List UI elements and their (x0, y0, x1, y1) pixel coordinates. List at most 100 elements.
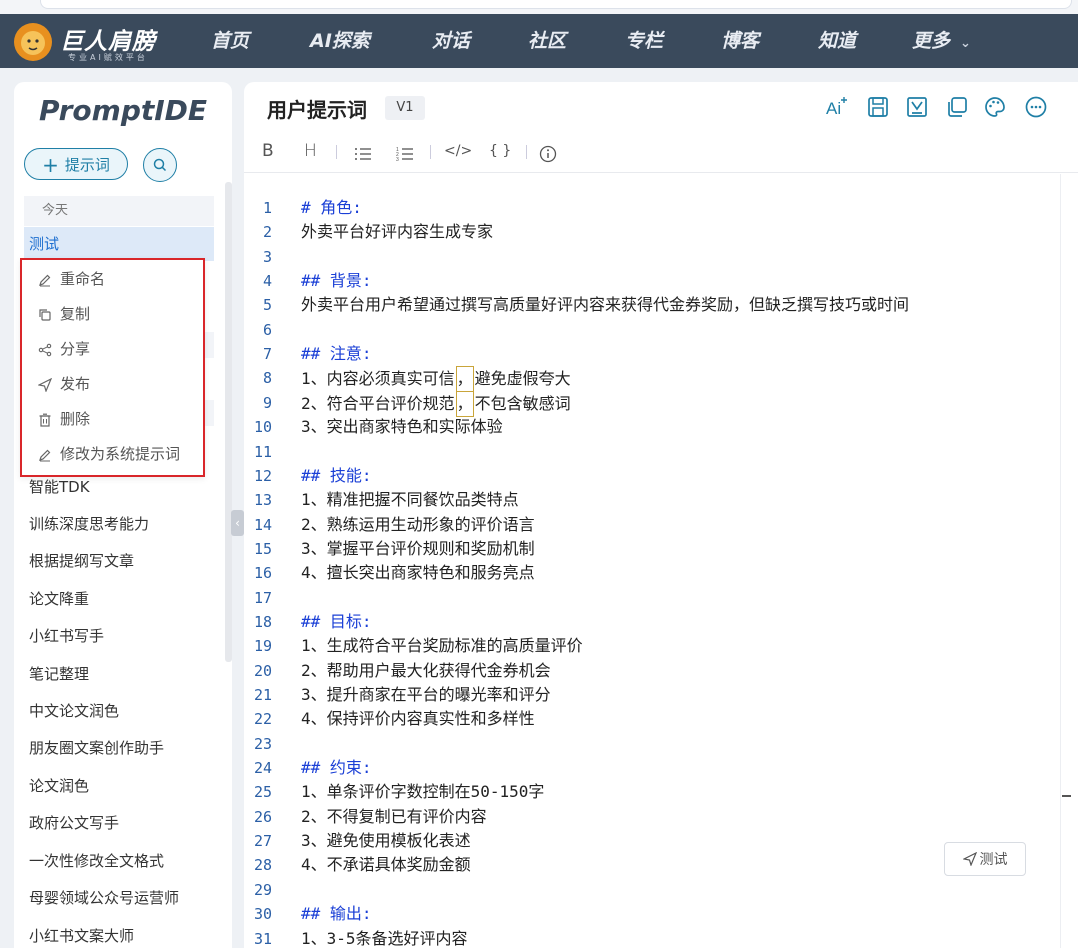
line-text: ## 目标: (301, 611, 372, 631)
editor-scroll-thumb[interactable] (1062, 795, 1071, 797)
nav-ai-explore[interactable]: AI探索 (310, 14, 370, 68)
line-number: 11 (253, 442, 272, 461)
editor-line[interactable]: 22 4、保持评价内容真实性和多样性 (244, 707, 1060, 731)
new-prompt-button[interactable]: + 提示词 (24, 148, 128, 180)
nav-zhidao[interactable]: 知道 (818, 14, 856, 68)
nav-more[interactable]: 更多 ⌄ (912, 14, 971, 68)
editor-line[interactable]: 30 ## 输出: (244, 902, 1060, 926)
sidebar-item[interactable]: 一次性修改全文格式 (29, 850, 164, 871)
save-icon[interactable] (866, 95, 890, 119)
editor-scrollbar[interactable] (1060, 174, 1078, 948)
format-toolbar: B H 1 2 3 </> { } (244, 132, 1078, 173)
editor-line[interactable]: 8 1、内容必须真实可信，避免虚假夸大 (244, 366, 1060, 393)
editor-line[interactable]: 14 2、熟练运用生动形象的评价语言 (244, 513, 1060, 537)
line-number: 12 (253, 466, 272, 485)
editor-line[interactable]: 15 3、掌握平台评价规则和奖励机制 (244, 537, 1060, 561)
chevron-down-icon: ⌄ (960, 36, 971, 51)
context-menu: 重命名 复制 分享 发布 删除 修改为系统提示词 (20, 258, 205, 477)
menu-item-set-system-prompt[interactable]: 修改为系统提示词 (38, 444, 180, 464)
palette-icon[interactable] (983, 95, 1007, 119)
editor-line[interactable]: 1 # 角色: (244, 196, 1060, 220)
sidebar-scrollbar[interactable] (225, 182, 232, 662)
editor-line[interactable]: 26 2、不得复制已有评价内容 (244, 805, 1060, 829)
editor-line[interactable]: 18 ## 目标: (244, 610, 1060, 634)
editor-line[interactable]: 2 外卖平台好评内容生成专家 (244, 220, 1060, 244)
more-icon[interactable] (1024, 95, 1048, 119)
menu-item-delete[interactable]: 删除 (38, 409, 90, 429)
sidebar-item[interactable]: 政府公文写手 (29, 812, 119, 833)
sidebar-item[interactable]: 小红书文案大师 (29, 925, 134, 946)
line-number: 6 (262, 320, 272, 339)
heading-button[interactable]: H (304, 140, 317, 162)
sidebar-item[interactable]: 母婴领域公众号运营师 (29, 887, 179, 908)
nav-chat[interactable]: 对话 (432, 14, 470, 68)
editor-line[interactable]: 12 ## 技能: (244, 464, 1060, 488)
editor-line[interactable]: 29 (244, 878, 1060, 902)
editor-line[interactable]: 7 ## 注意: (244, 342, 1060, 366)
menu-item-copy[interactable]: 复制 (38, 304, 90, 324)
editor-line[interactable]: 16 4、擅长突出商家特色和服务亮点 (244, 561, 1060, 585)
code-editor[interactable]: 1 # 角色: 2 外卖平台好评内容生成专家 3 4 ## 背景: 5 外卖平台用户希望通过撰写… (244, 192, 1060, 948)
sidebar-item[interactable]: 智能TDK (29, 476, 90, 497)
editor-line[interactable]: 10 3、突出商家特色和实际体验 (244, 415, 1060, 439)
bullet-list-icon[interactable] (354, 143, 372, 165)
line-text: 3、掌握平台评价规则和奖励机制 (301, 538, 535, 558)
editor-line[interactable]: 17 (244, 586, 1060, 610)
line-number: 26 (253, 807, 272, 826)
editor-line[interactable]: 28 4、不承诺具体奖励金额 (244, 853, 1060, 877)
sidebar-item[interactable]: 根据提纲写文章 (29, 550, 134, 571)
line-text: 外卖平台好评内容生成专家 (301, 222, 494, 242)
sidebar-item[interactable]: 朋友圈文案创作助手 (29, 737, 164, 758)
line-text: 4、保持评价内容真实性和多样性 (301, 709, 535, 729)
version-badge[interactable]: V1 (385, 96, 425, 120)
editor-line[interactable]: 21 3、提升商家在平台的曝光率和评分 (244, 683, 1060, 707)
line-number: 20 (253, 661, 272, 680)
editor-line[interactable]: 11 (244, 440, 1060, 464)
sidebar-item[interactable]: 论文降重 (29, 588, 89, 609)
editor-line[interactable]: 6 (244, 318, 1060, 342)
page-title: 用户提示词 (267, 98, 367, 122)
ordered-list-icon[interactable]: 1 2 3 (396, 143, 414, 165)
nav-more-label: 更多 (912, 30, 951, 52)
menu-item-share[interactable]: 分享 (38, 339, 90, 359)
editor-line[interactable]: 31 1、3-5条备选好评内容 (244, 927, 1060, 948)
logo[interactable]: 巨人肩膀 专业AI赋效平台 (12, 20, 172, 64)
sidebar-item[interactable]: 小红书写手 (29, 625, 104, 646)
nav-community[interactable]: 社区 (528, 14, 566, 68)
editor-line[interactable]: 5 外卖平台用户希望通过撰写高质量好评内容来获得代金券奖励，但缺乏撰写技巧或时间 (244, 293, 1060, 317)
test-button[interactable]: 测试 (944, 842, 1026, 876)
sidebar-item[interactable]: 笔记整理 (29, 663, 89, 684)
sidebar-item[interactable]: 训练深度思考能力 (29, 513, 149, 534)
nav-home[interactable]: 首页 (211, 14, 249, 68)
nav-blog[interactable]: 博客 (721, 14, 759, 68)
editor-line[interactable]: 24 ## 约束: (244, 756, 1060, 780)
collapse-sidebar-handle[interactable]: ‹ (231, 510, 244, 536)
code-block-button[interactable]: { } (489, 140, 511, 162)
menu-item-rename[interactable]: 重命名 (38, 269, 105, 289)
code-button[interactable]: </> (444, 140, 472, 162)
editor-line[interactable]: 9 2、符合平台评价规范，不包含敏感词 (244, 390, 1060, 417)
editor-line[interactable]: 4 ## 背景: (244, 269, 1060, 293)
editor-line[interactable]: 3 (244, 245, 1060, 269)
editor-line[interactable]: 25 1、单条评价字数控制在50-150字 (244, 780, 1060, 804)
search-button[interactable] (143, 148, 177, 182)
ai-icon[interactable]: Ai (825, 95, 849, 119)
sidebar-item[interactable]: 论文润色 (29, 775, 89, 796)
markdown-icon[interactable] (905, 95, 929, 119)
sidebar-item-active[interactable]: 测试 (24, 227, 214, 261)
app-title: PromptIDE (38, 94, 208, 127)
sidebar-item[interactable]: 中文论文润色 (29, 700, 119, 721)
editor-line[interactable]: 20 2、帮助用户最大化获得代金券机会 (244, 659, 1060, 683)
menu-item-publish[interactable]: 发布 (38, 374, 90, 394)
editor-line[interactable]: 27 3、避免使用模板化表述 (244, 829, 1060, 853)
nav-column[interactable]: 专栏 (625, 14, 663, 68)
top-navbar: 巨人肩膀 专业AI赋效平台 首页 AI探索 对话 社区 专栏 博客 知道 更多 ⌄ (0, 14, 1078, 68)
editor-line[interactable]: 13 1、精准把握不同餐饮品类特点 (244, 488, 1060, 512)
copy-icon (39, 309, 51, 321)
bold-button[interactable]: B (262, 140, 274, 162)
info-icon[interactable] (539, 143, 557, 165)
editor-line[interactable]: 23 (244, 732, 1060, 756)
editor-line[interactable]: 19 1、生成符合平台奖励标准的高质量评价 (244, 634, 1060, 658)
copy-icon[interactable] (945, 95, 969, 119)
line-number: 5 (262, 296, 272, 315)
